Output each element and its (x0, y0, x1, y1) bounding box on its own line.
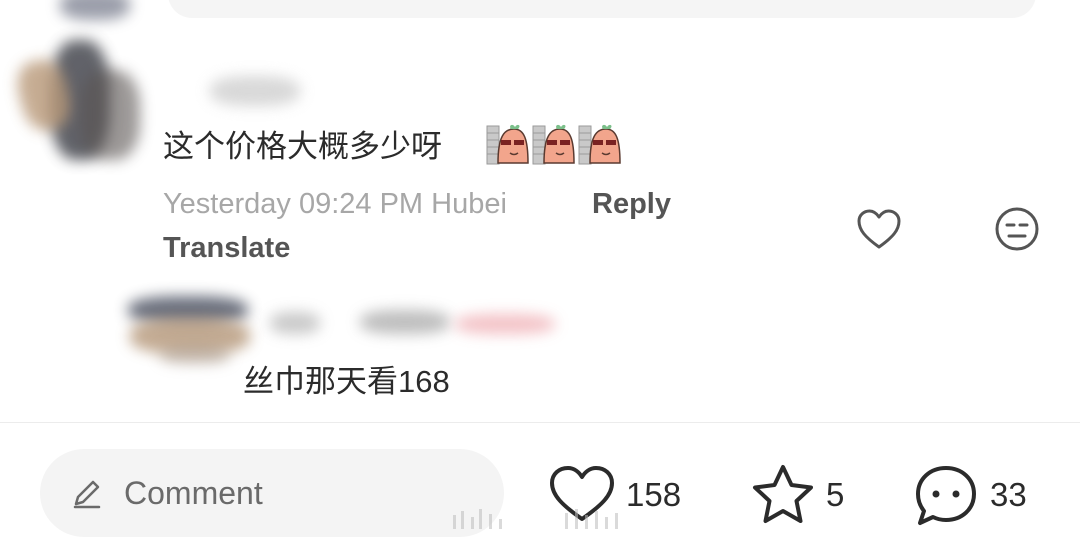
comment-placeholder: Comment (124, 475, 263, 511)
replier-username-blurred (360, 310, 450, 334)
comment-input[interactable]: Comment (40, 449, 504, 537)
comment-meta: Yesterday 09:24 PM Hubei (163, 186, 507, 222)
comment-timestamp: Yesterday 09:24 PM (163, 188, 424, 220)
heart-outline-icon[interactable] (855, 207, 903, 251)
commenter-avatar-part (80, 70, 140, 160)
blurred-area (60, 0, 130, 20)
sunglasses-sticker-icon (532, 124, 575, 165)
replier-username-blurred[interactable] (270, 312, 320, 334)
divider (0, 422, 1080, 423)
comment-location: Hubei (431, 188, 507, 220)
pencil-icon (73, 480, 101, 509)
replier-avatar-part (160, 346, 230, 364)
neutral-face-icon[interactable] (993, 205, 1041, 253)
translate-button[interactable]: Translate (163, 230, 290, 266)
sunglasses-sticker-icon (486, 124, 529, 165)
comment-text: 这个价格大概多少呀 (163, 129, 442, 164)
comments-count: 33 (990, 476, 1027, 513)
previous-comment-card (168, 0, 1036, 18)
sunglasses-sticker-icon (578, 124, 621, 165)
commenter-username-blurred[interactable] (210, 76, 300, 106)
collect-action[interactable]: 5 (750, 460, 844, 530)
reply-button[interactable]: Reply (592, 186, 671, 222)
chat-bubble-icon (916, 466, 976, 525)
reply-text: 丝巾那天看168 (243, 364, 450, 399)
render-artifact (453, 509, 618, 529)
collects-count: 5 (826, 476, 845, 513)
comment-stickers (486, 123, 622, 167)
replier-tag-blurred (455, 314, 555, 334)
comments-action[interactable]: 33 (912, 460, 1027, 530)
star-outline-icon (753, 465, 813, 523)
